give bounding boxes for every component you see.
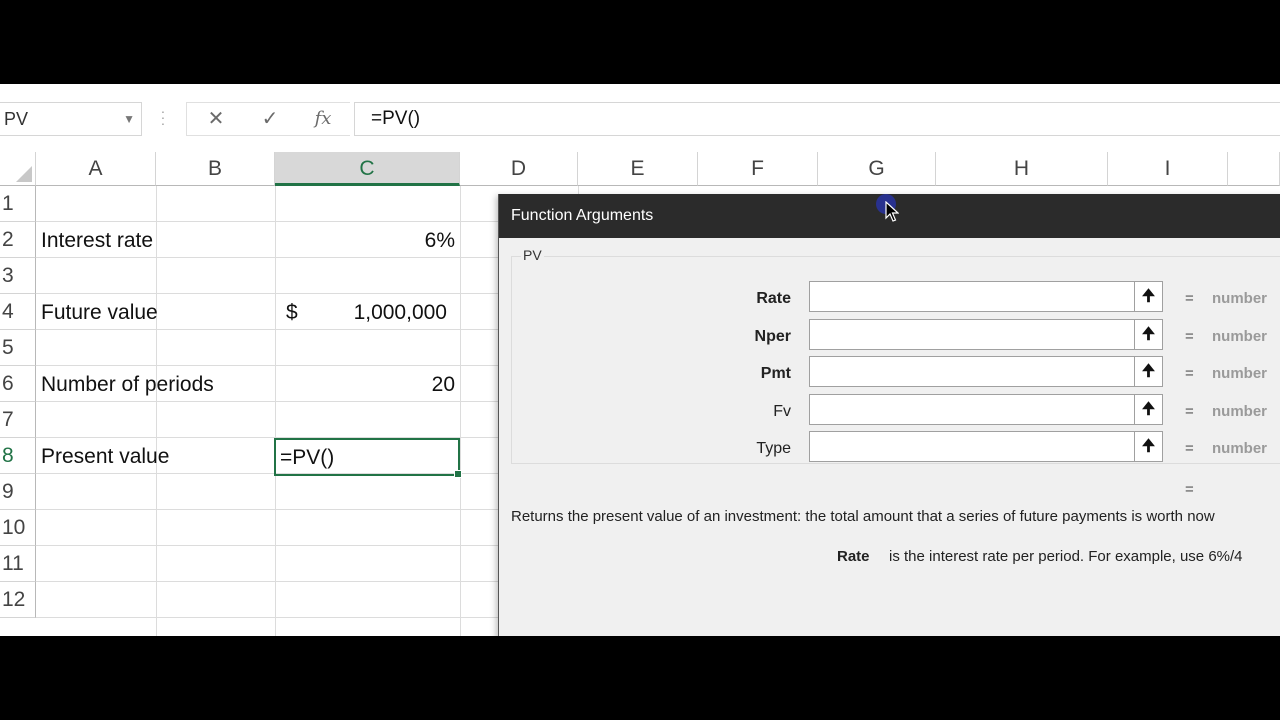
cell-a6[interactable]: Number of periods xyxy=(41,366,214,402)
row-header-9[interactable]: 9 xyxy=(0,474,36,510)
column-header-f[interactable]: F xyxy=(698,152,818,186)
arg-label-fv: Fv xyxy=(773,403,791,420)
row-header-10[interactable]: 10 xyxy=(0,510,36,546)
cell-a2[interactable]: Interest rate xyxy=(41,222,153,258)
chevron-down-icon[interactable]: ▼ xyxy=(123,103,135,135)
column-header-d[interactable]: D xyxy=(460,152,578,186)
dialog-body: PV Rate 🠉 = number Nper 🠉 = number Pmt 🠉… xyxy=(499,238,1280,636)
fv-input[interactable] xyxy=(809,394,1135,425)
row-header-8[interactable]: 8 xyxy=(0,438,36,474)
column-header-a[interactable]: A xyxy=(36,152,156,186)
collapse-dialog-icon[interactable]: 🠉 xyxy=(1135,431,1163,462)
row-header-5[interactable]: 5 xyxy=(0,330,36,366)
row-header-7[interactable]: 7 xyxy=(0,402,36,438)
fx-icon: fx xyxy=(314,108,332,129)
name-box-value: PV xyxy=(4,109,29,129)
arg-label-rate: Rate xyxy=(756,290,791,307)
select-all-button[interactable] xyxy=(0,152,36,186)
arg-eq-type: = xyxy=(1185,440,1194,457)
row-header-12[interactable]: 12 xyxy=(0,582,36,618)
function-description: Returns the present value of an investme… xyxy=(511,508,1215,525)
dialog-title: Function Arguments xyxy=(511,207,654,224)
row-header-6[interactable]: 6 xyxy=(0,366,36,402)
type-input[interactable] xyxy=(809,431,1135,462)
arg-result-fv: number xyxy=(1212,403,1268,420)
collapse-dialog-icon[interactable]: 🠉 xyxy=(1135,394,1163,425)
row-header-4[interactable]: 4 xyxy=(0,294,36,330)
name-box[interactable]: PV ▼ xyxy=(0,102,142,136)
cell-a4[interactable]: Future value xyxy=(41,294,158,330)
row-header-3[interactable]: 3 xyxy=(0,258,36,294)
arg-help-text: is the interest rate per period. For exa… xyxy=(889,548,1243,565)
arg-result-rate: number xyxy=(1212,290,1268,307)
collapse-dialog-icon[interactable]: 🠉 xyxy=(1135,356,1163,387)
cell-a8[interactable]: Present value xyxy=(41,438,169,474)
close-icon[interactable]: ✕ xyxy=(198,102,234,136)
column-header-e[interactable]: E xyxy=(578,152,698,186)
excel-window: PV ▼ · · · ✕ ✓ fx =PV() A B C D E F G H I xyxy=(0,84,1280,636)
arg-result-type: number xyxy=(1212,440,1268,457)
column-header-i[interactable]: I xyxy=(1108,152,1228,186)
arg-label-pmt: Pmt xyxy=(760,365,791,382)
row-header-11[interactable]: 11 xyxy=(0,546,36,582)
nper-input[interactable] xyxy=(809,319,1135,350)
arg-result-nper: number xyxy=(1212,328,1268,345)
arg-eq-nper: = xyxy=(1185,328,1194,345)
more-options-icon[interactable]: · · · xyxy=(160,104,166,130)
cell-c6[interactable]: 20 xyxy=(280,366,455,402)
collapse-dialog-icon[interactable]: 🠉 xyxy=(1135,319,1163,350)
arg-help-name: Rate xyxy=(837,548,870,565)
rate-input[interactable] xyxy=(809,281,1135,312)
function-arguments-dialog: Function Arguments PV Rate 🠉 = number Np… xyxy=(498,194,1280,636)
pmt-input[interactable] xyxy=(809,356,1135,387)
arg-eq-fv: = xyxy=(1185,403,1194,420)
cell-c8-active[interactable]: =PV() xyxy=(274,438,462,478)
formula-text: =PV() xyxy=(371,108,421,129)
row-header-2[interactable]: 2 xyxy=(0,222,36,258)
column-header-next[interactable] xyxy=(1228,152,1280,186)
collapse-dialog-icon[interactable]: 🠉 xyxy=(1135,281,1163,312)
column-header-h[interactable]: H xyxy=(936,152,1108,186)
arg-result-pmt: number xyxy=(1212,365,1268,382)
function-name-label: PV xyxy=(521,247,544,263)
row-header-1[interactable]: 1 xyxy=(0,186,36,222)
insert-function-button[interactable]: fx xyxy=(305,102,341,136)
column-header-g[interactable]: G xyxy=(818,152,936,186)
cell-c2[interactable]: 6% xyxy=(280,222,455,258)
check-icon[interactable]: ✓ xyxy=(252,102,288,136)
arg-eq-rate: = xyxy=(1185,290,1194,307)
formula-input[interactable]: =PV() xyxy=(354,102,1280,136)
column-header-b[interactable]: B xyxy=(156,152,275,186)
cell-c4-currency: $ xyxy=(286,301,298,324)
formula-result-eq: = xyxy=(1185,481,1194,498)
arg-eq-pmt: = xyxy=(1185,365,1194,382)
mouse-pointer-icon xyxy=(885,201,899,222)
arg-label-type: Type xyxy=(756,440,791,457)
column-header-c[interactable]: C xyxy=(275,152,460,186)
cell-c4[interactable]: 1,000,000 xyxy=(300,294,447,330)
formula-bar: PV ▼ · · · ✕ ✓ fx =PV() xyxy=(0,84,1280,153)
arg-label-nper: Nper xyxy=(754,328,791,345)
